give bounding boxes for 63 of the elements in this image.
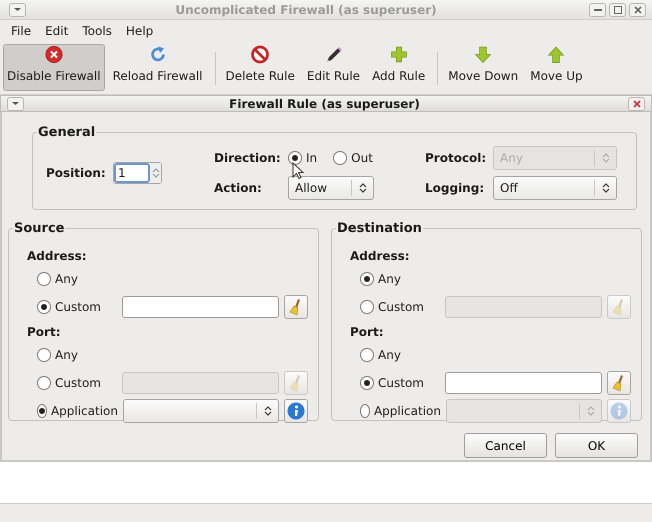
info-icon <box>610 402 628 420</box>
dropdown[interactable]: Allow <box>288 176 374 200</box>
minimize-button[interactable] <box>589 2 606 16</box>
minimize-icon <box>594 8 602 11</box>
caret-icon <box>13 7 22 12</box>
chevron-icon <box>358 182 366 194</box>
window-menu-button[interactable] <box>9 2 26 16</box>
caret-icon <box>11 101 20 106</box>
toolbar-button[interactable]: Edit Rule <box>302 44 364 91</box>
radio-button[interactable]: Any <box>360 270 441 288</box>
clear-button[interactable] <box>607 371 631 395</box>
toolbar-button[interactable]: Move Up <box>526 44 587 91</box>
radio-button[interactable]: In <box>288 149 318 167</box>
radio-button[interactable]: Application <box>37 402 118 420</box>
chevron-icon <box>602 152 610 164</box>
field-label: Logging: <box>425 180 486 197</box>
chevron-icon <box>586 405 595 417</box>
field-label: Port: <box>27 324 62 341</box>
input-field[interactable] <box>445 372 602 394</box>
dialog-menu-button[interactable] <box>7 96 24 110</box>
chevron-icon <box>264 405 272 417</box>
close-button[interactable] <box>629 2 646 16</box>
field-label: Port: <box>350 324 384 341</box>
field-label: Position: <box>46 165 107 182</box>
clear-button[interactable] <box>284 295 308 319</box>
close-icon <box>632 100 640 108</box>
radio-button[interactable]: Custom <box>37 298 118 316</box>
input-field[interactable] <box>122 296 280 318</box>
radio-button[interactable]: Any <box>360 346 441 364</box>
toolbar-button[interactable]: Disable Firewall <box>3 44 105 91</box>
menu-item[interactable]: Help <box>118 22 160 40</box>
radio-button[interactable]: Custom <box>360 374 440 392</box>
spin-box[interactable]: 1 <box>113 162 162 184</box>
radio-button[interactable]: Out <box>333 149 373 167</box>
maximize-button[interactable] <box>609 2 626 16</box>
dialog-button[interactable]: OK <box>555 433 638 458</box>
cursor-icon <box>292 162 304 180</box>
info-button[interactable] <box>284 399 308 423</box>
menu-item[interactable]: Tools <box>75 22 119 40</box>
menu-item[interactable]: Edit <box>38 22 76 40</box>
chevron-icon <box>602 182 610 194</box>
field-label: Direction: <box>214 150 282 167</box>
chevron-icon <box>152 167 160 179</box>
close-icon <box>634 6 642 14</box>
field-label: Address: <box>27 248 88 265</box>
dropdown[interactable] <box>123 399 280 423</box>
close-button[interactable] <box>628 96 645 110</box>
field-label: Action: <box>214 180 263 197</box>
radio-button[interactable]: Any <box>37 346 118 364</box>
radio-button[interactable]: Any <box>37 270 118 288</box>
toolbar-button[interactable]: Reload Firewall <box>108 44 206 91</box>
toolbar-button[interactable]: Move Down <box>444 44 522 91</box>
dialog-title: Firewall Rule (as superuser) <box>228 96 421 112</box>
toolbar-button[interactable]: Delete Rule <box>222 44 299 91</box>
field-label: Protocol: <box>425 150 488 167</box>
dropdown[interactable]: Off <box>493 176 617 200</box>
info-icon <box>287 402 306 420</box>
menu-item[interactable]: File <box>4 22 38 40</box>
toolbar-button[interactable]: Add Rule <box>368 44 430 91</box>
field-label: Address: <box>350 248 411 265</box>
maximize-icon <box>614 6 622 14</box>
dialog-button[interactable]: Cancel <box>464 433 547 458</box>
window-title: Uncomplicated Firewall (as superuser) <box>174 2 438 18</box>
